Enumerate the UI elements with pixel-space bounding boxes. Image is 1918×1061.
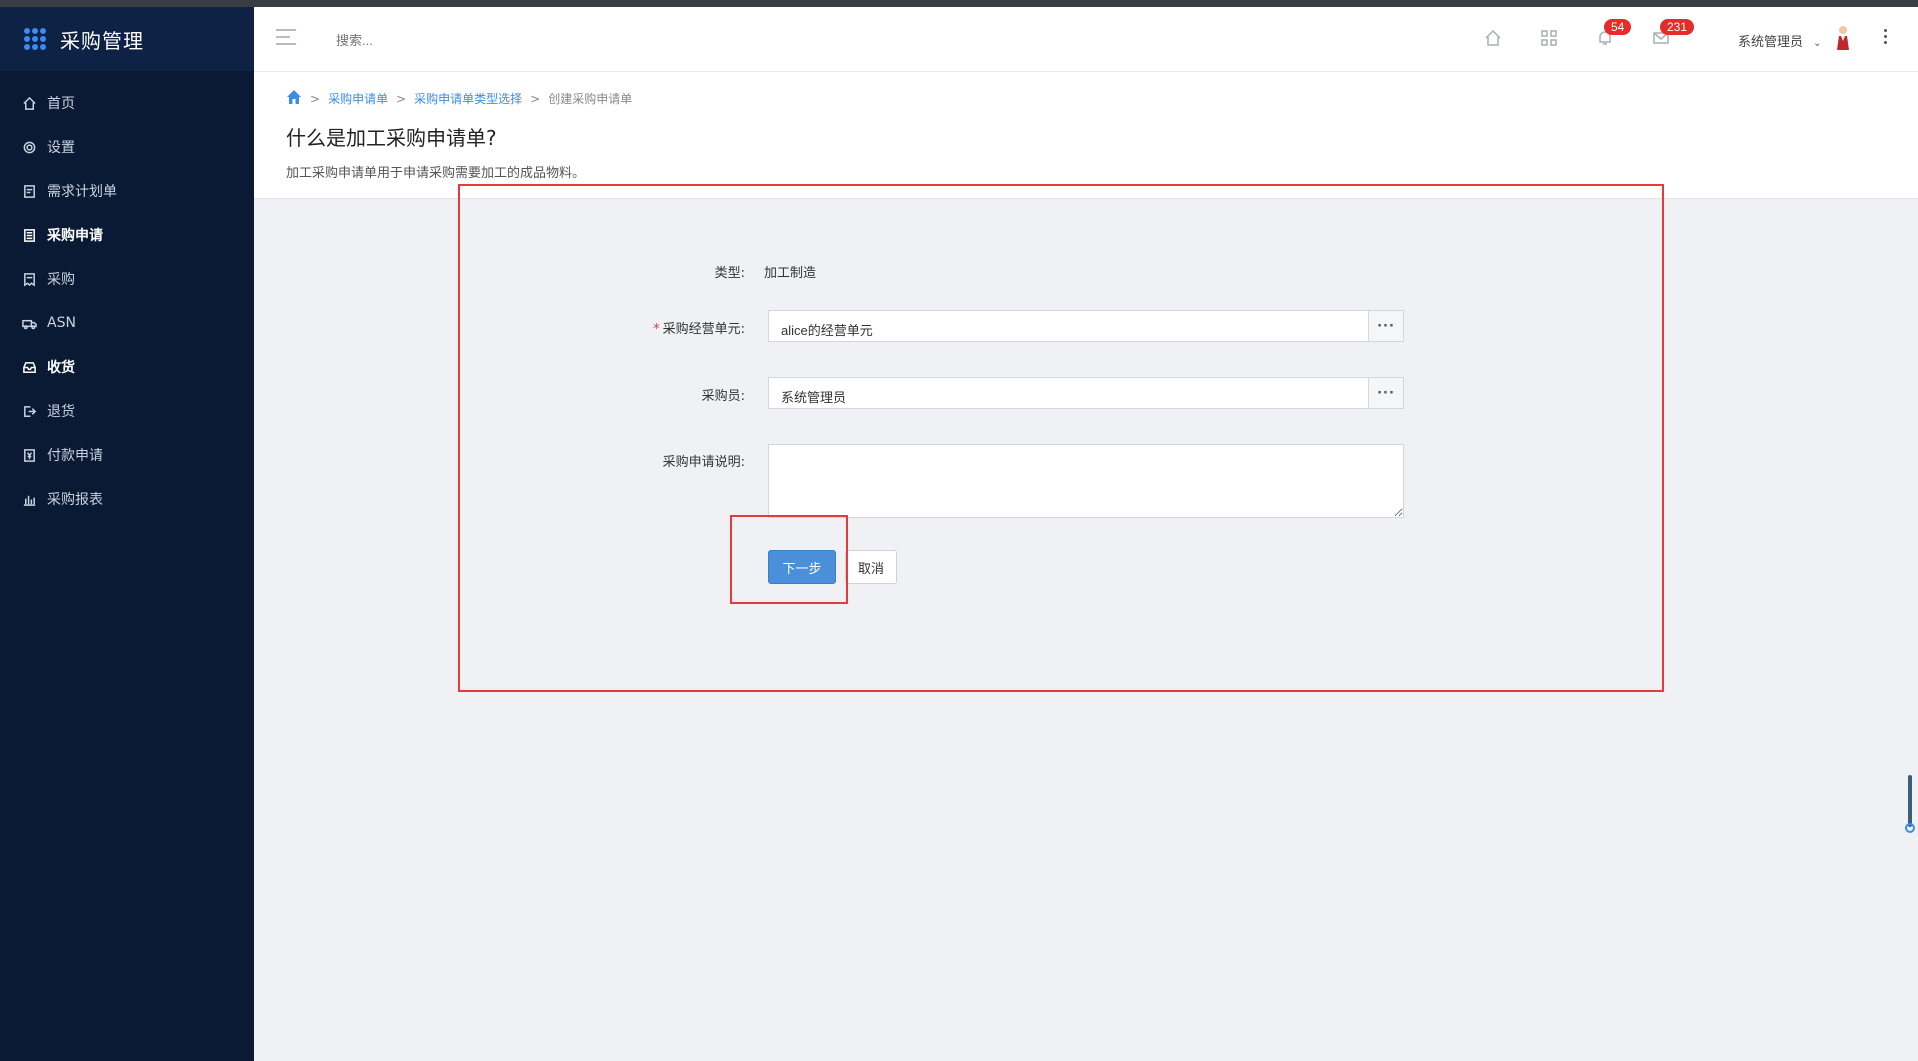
page-description: 加工采购申请单用于申请采购需要加工的成品物料。 xyxy=(286,166,586,181)
sidebar-item-return[interactable]: 退货 xyxy=(0,389,254,433)
inbox-icon xyxy=(23,361,36,373)
highlight-box-form xyxy=(458,184,1664,692)
sidebar-item-home[interactable]: 首页 xyxy=(0,81,254,125)
page-header: > 采购申请单 > 采购申请单类型选择 > 创建采购申请单 什么是加工采购申请单… xyxy=(254,72,1918,199)
sidebar-item-label: 设置 xyxy=(47,140,75,156)
apps-icon[interactable] xyxy=(1540,29,1560,49)
bar-chart-icon xyxy=(23,495,36,506)
bell-icon[interactable]: 54 xyxy=(1596,19,1632,49)
top-header: 54 231 系统管理员 ⌄ xyxy=(254,7,1918,72)
business-unit-label-text: 采购经营单元: xyxy=(662,322,745,337)
note-textarea[interactable] xyxy=(768,444,1404,518)
sidebar-menu: 首页 设置 需求计划单 采购申请 采购 ASN 收货 退货 付款申请 采购报表 xyxy=(0,81,254,521)
sidebar-item-label: 采购报表 xyxy=(47,492,103,508)
business-unit-label: * 采购经营单元: xyxy=(545,318,745,337)
sidebar-item-asn[interactable]: ASN xyxy=(0,301,254,345)
breadcrumb-link-purchase-request-list[interactable]: 采购申请单 xyxy=(328,90,388,107)
cancel-button[interactable]: 取消 xyxy=(845,550,897,584)
truck-icon xyxy=(22,319,37,329)
apps-grid-icon[interactable] xyxy=(24,28,46,50)
required-mark: * xyxy=(653,322,660,337)
home-icon[interactable] xyxy=(1484,29,1504,49)
business-unit-picker[interactable]: alice的经营单元 ··· xyxy=(768,310,1404,342)
sidebar: 采购管理 首页 设置 需求计划单 采购申请 采购 ASN 收货 退货 付款申请 … xyxy=(0,7,254,1061)
sidebar-item-label: 采购申请 xyxy=(47,228,103,244)
business-unit-lookup-button[interactable]: ··· xyxy=(1368,311,1403,341)
form-icon xyxy=(24,228,35,242)
sidebar-item-settings[interactable]: 设置 xyxy=(0,125,254,169)
window-top-strip xyxy=(0,0,1918,7)
breadcrumb-separator: > xyxy=(530,91,541,106)
user-menu[interactable]: 系统管理员 ⌄ xyxy=(1738,31,1822,50)
business-unit-value[interactable]: alice的经营单元 xyxy=(769,311,1368,341)
sidebar-item-report[interactable]: 采购报表 xyxy=(0,477,254,521)
sidebar-item-purchase[interactable]: 采购 xyxy=(0,257,254,301)
highlight-box-next xyxy=(730,515,848,604)
home-icon xyxy=(23,96,36,110)
avatar[interactable] xyxy=(1834,25,1852,51)
sidebar-item-label: 退货 xyxy=(47,404,75,420)
exit-icon xyxy=(24,405,37,417)
scroll-indicator[interactable] xyxy=(1905,775,1915,833)
sidebar-item-label: 首页 xyxy=(47,96,75,112)
payment-icon xyxy=(24,448,35,462)
mail-icon[interactable]: 231 xyxy=(1652,19,1695,49)
sidebar-item-receiving[interactable]: 收货 xyxy=(0,345,254,389)
sidebar-item-label: 收货 xyxy=(47,360,75,376)
brand[interactable]: 采购管理 xyxy=(0,7,254,71)
note-label: 采购申请说明: xyxy=(662,455,745,470)
sidebar-item-payment-request[interactable]: 付款申请 xyxy=(0,433,254,477)
chevron-down-icon: ⌄ xyxy=(1813,38,1822,49)
buyer-picker[interactable]: 系统管理员 ··· xyxy=(768,377,1404,409)
app-title: 采购管理 xyxy=(60,28,144,53)
menu-toggle-icon[interactable] xyxy=(276,29,296,47)
breadcrumb-home-icon[interactable] xyxy=(286,89,302,108)
sidebar-item-label: 付款申请 xyxy=(47,448,103,464)
type-label: 类型: xyxy=(714,266,745,281)
buyer-label: 采购员: xyxy=(701,389,745,404)
gear-icon xyxy=(23,141,36,153)
breadcrumb-separator: > xyxy=(310,91,321,106)
sidebar-item-label: ASN xyxy=(47,315,76,331)
breadcrumb-link-type-select[interactable]: 采购申请单类型选择 xyxy=(414,90,522,107)
breadcrumb: > 采购申请单 > 采购申请单类型选择 > 创建采购申请单 xyxy=(286,89,632,108)
buyer-value[interactable]: 系统管理员 xyxy=(769,378,1368,408)
message-badge: 231 xyxy=(1660,19,1695,35)
buyer-lookup-button[interactable]: ··· xyxy=(1368,378,1403,408)
search-input[interactable] xyxy=(334,27,638,53)
sidebar-item-label: 采购 xyxy=(47,272,75,288)
sidebar-item-demand-plan[interactable]: 需求计划单 xyxy=(0,169,254,213)
document-icon xyxy=(24,184,35,198)
page-title: 什么是加工采购申请单? xyxy=(286,126,497,150)
notification-badge: 54 xyxy=(1604,19,1632,35)
sidebar-item-purchase-request[interactable]: 采购申请 xyxy=(0,213,254,257)
breadcrumb-separator: > xyxy=(396,91,407,106)
breadcrumb-current: 创建采购申请单 xyxy=(548,92,633,106)
more-vertical-icon[interactable] xyxy=(1884,29,1888,47)
type-value: 加工制造 xyxy=(764,266,817,281)
receipt-icon xyxy=(24,272,35,287)
sidebar-item-label: 需求计划单 xyxy=(47,184,117,200)
user-name: 系统管理员 xyxy=(1738,35,1804,50)
